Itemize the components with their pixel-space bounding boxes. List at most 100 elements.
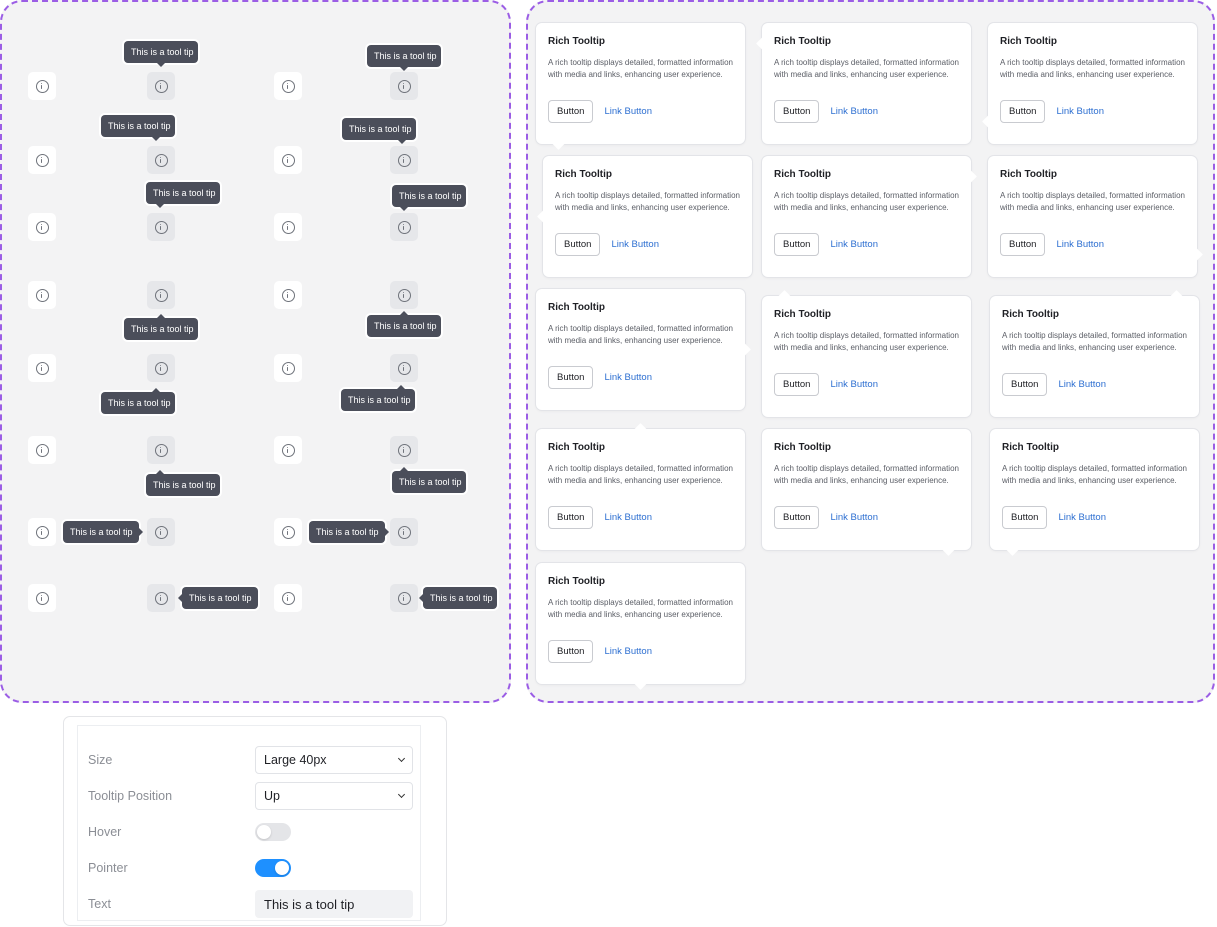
rich-tooltip-button[interactable]: Button xyxy=(555,233,601,256)
info-icon-button[interactable] xyxy=(147,213,175,241)
info-icon xyxy=(154,288,168,302)
rich-tooltip-button[interactable]: Button xyxy=(1002,373,1048,396)
info-icon-button[interactable] xyxy=(274,72,302,100)
info-icon-button[interactable] xyxy=(147,584,175,612)
rich-tooltip-link-button[interactable]: Link Button xyxy=(611,239,659,250)
info-icon xyxy=(35,79,49,93)
rich-tooltip-button[interactable]: Button xyxy=(548,506,594,529)
info-icon-button[interactable] xyxy=(28,436,56,464)
info-icon xyxy=(35,153,49,167)
tooltip-bubble: This is a tool tip xyxy=(341,385,415,411)
text-label: Text xyxy=(88,897,111,911)
rich-tooltip-link-button[interactable]: Link Button xyxy=(1058,512,1106,523)
info-icon-button[interactable] xyxy=(28,518,56,546)
rich-tooltip-button[interactable]: Button xyxy=(774,233,820,256)
info-icon-button[interactable] xyxy=(390,584,418,612)
rich-tooltip-button[interactable]: Button xyxy=(548,366,594,389)
info-icon xyxy=(281,220,295,234)
rich-tooltip-body: A rich tooltip displays detailed, format… xyxy=(555,191,740,212)
tooltip-bubble: This is a tool tip xyxy=(101,388,175,414)
info-icon-button[interactable] xyxy=(147,281,175,309)
rich-tooltip-actions: Button Link Button xyxy=(774,373,959,396)
rich-tooltip-link-button[interactable]: Link Button xyxy=(830,379,878,390)
rich-tooltip-link-button[interactable]: Link Button xyxy=(604,512,652,523)
rich-tooltip-body: A rich tooltip displays detailed, format… xyxy=(548,598,733,619)
rich-tooltip-title: Rich Tooltip xyxy=(774,442,832,453)
info-icon-button[interactable] xyxy=(28,146,56,174)
info-icon-button[interactable] xyxy=(274,518,302,546)
rich-tooltip-button[interactable]: Button xyxy=(774,373,820,396)
info-icon-button[interactable] xyxy=(390,146,418,174)
info-icon-button[interactable] xyxy=(28,584,56,612)
tooltip-bubble: This is a tool tip xyxy=(63,521,143,543)
size-select[interactable]: Large 40px xyxy=(255,746,413,774)
hover-toggle[interactable] xyxy=(255,823,291,841)
info-icon-button[interactable] xyxy=(28,281,56,309)
rich-tooltip-link-button[interactable]: Link Button xyxy=(830,512,878,523)
rich-tooltip-link-button[interactable]: Link Button xyxy=(604,646,652,657)
rich-tooltip-button[interactable]: Button xyxy=(1000,100,1046,123)
pointer-toggle[interactable] xyxy=(255,859,291,877)
info-icon-button[interactable] xyxy=(390,518,418,546)
info-icon-button[interactable] xyxy=(390,354,418,382)
info-icon-button[interactable] xyxy=(28,354,56,382)
info-icon xyxy=(281,443,295,457)
info-icon xyxy=(281,591,295,605)
rich-tooltip-actions: Button Link Button xyxy=(774,506,959,529)
info-icon-button[interactable] xyxy=(274,584,302,612)
info-icon-button[interactable] xyxy=(274,436,302,464)
chevron-down-icon xyxy=(397,790,406,799)
rich-tooltip-title: Rich Tooltip xyxy=(1000,169,1058,180)
tooltip-position-select[interactable]: Up xyxy=(255,782,413,810)
rich-tooltip-card: Rich Tooltip A rich tooltip displays deta… xyxy=(988,23,1197,144)
rich-tooltip-title: Rich Tooltip xyxy=(774,36,832,47)
rich-tooltip-body: A rich tooltip displays detailed, format… xyxy=(1002,464,1187,485)
info-icon xyxy=(35,525,49,539)
rich-tooltip-body: A rich tooltip displays detailed, format… xyxy=(774,331,959,352)
info-icon-button[interactable] xyxy=(274,213,302,241)
rich-tooltip-body: A rich tooltip displays detailed, format… xyxy=(1000,58,1185,79)
rich-tooltip-link-button[interactable]: Link Button xyxy=(604,106,652,117)
rich-tooltip-button[interactable]: Button xyxy=(774,506,820,529)
rich-tooltip-button[interactable]: Button xyxy=(1000,233,1046,256)
info-icon xyxy=(35,591,49,605)
info-icon xyxy=(154,220,168,234)
info-icon-button[interactable] xyxy=(274,281,302,309)
rich-tooltip-link-button[interactable]: Link Button xyxy=(1056,106,1104,117)
rich-tooltip-body: A rich tooltip displays detailed, format… xyxy=(548,464,733,485)
rich-tooltip-card: Rich Tooltip A rich tooltip displays deta… xyxy=(543,156,752,277)
info-icon-button[interactable] xyxy=(390,213,418,241)
tooltip-bubble: This is a tool tip xyxy=(124,314,198,340)
info-icon-button[interactable] xyxy=(147,354,175,382)
info-icon-button[interactable] xyxy=(274,146,302,174)
tooltip-bubble: This is a tool tip xyxy=(309,521,389,543)
rich-tooltip-button[interactable]: Button xyxy=(548,100,594,123)
info-icon-button[interactable] xyxy=(28,213,56,241)
info-icon xyxy=(397,361,411,375)
info-icon-button[interactable] xyxy=(147,146,175,174)
rich-tooltip-button[interactable]: Button xyxy=(548,640,594,663)
info-icon xyxy=(154,361,168,375)
info-icon-button[interactable] xyxy=(28,72,56,100)
rich-tooltip-actions: Button Link Button xyxy=(774,100,959,123)
tooltip-text-field[interactable] xyxy=(255,890,413,918)
rich-tooltip-link-button[interactable]: Link Button xyxy=(1058,379,1106,390)
rich-tooltip-actions: Button Link Button xyxy=(548,640,733,663)
rich-tooltip-link-button[interactable]: Link Button xyxy=(604,372,652,383)
rich-tooltip-link-button[interactable]: Link Button xyxy=(830,106,878,117)
info-icon-button[interactable] xyxy=(147,436,175,464)
info-icon-button[interactable] xyxy=(390,281,418,309)
rich-tooltip-button[interactable]: Button xyxy=(774,100,820,123)
toggle-knob xyxy=(275,861,289,875)
rich-tooltip-link-button[interactable]: Link Button xyxy=(1056,239,1104,250)
info-icon-button[interactable] xyxy=(390,72,418,100)
rich-tooltip-link-button[interactable]: Link Button xyxy=(830,239,878,250)
info-icon-button[interactable] xyxy=(390,436,418,464)
info-icon-button[interactable] xyxy=(147,518,175,546)
toggle-knob xyxy=(257,825,271,839)
rich-tooltip-title: Rich Tooltip xyxy=(1000,36,1058,47)
info-icon-button[interactable] xyxy=(147,72,175,100)
info-icon-button[interactable] xyxy=(274,354,302,382)
rich-tooltip-button[interactable]: Button xyxy=(1002,506,1048,529)
info-icon xyxy=(397,443,411,457)
